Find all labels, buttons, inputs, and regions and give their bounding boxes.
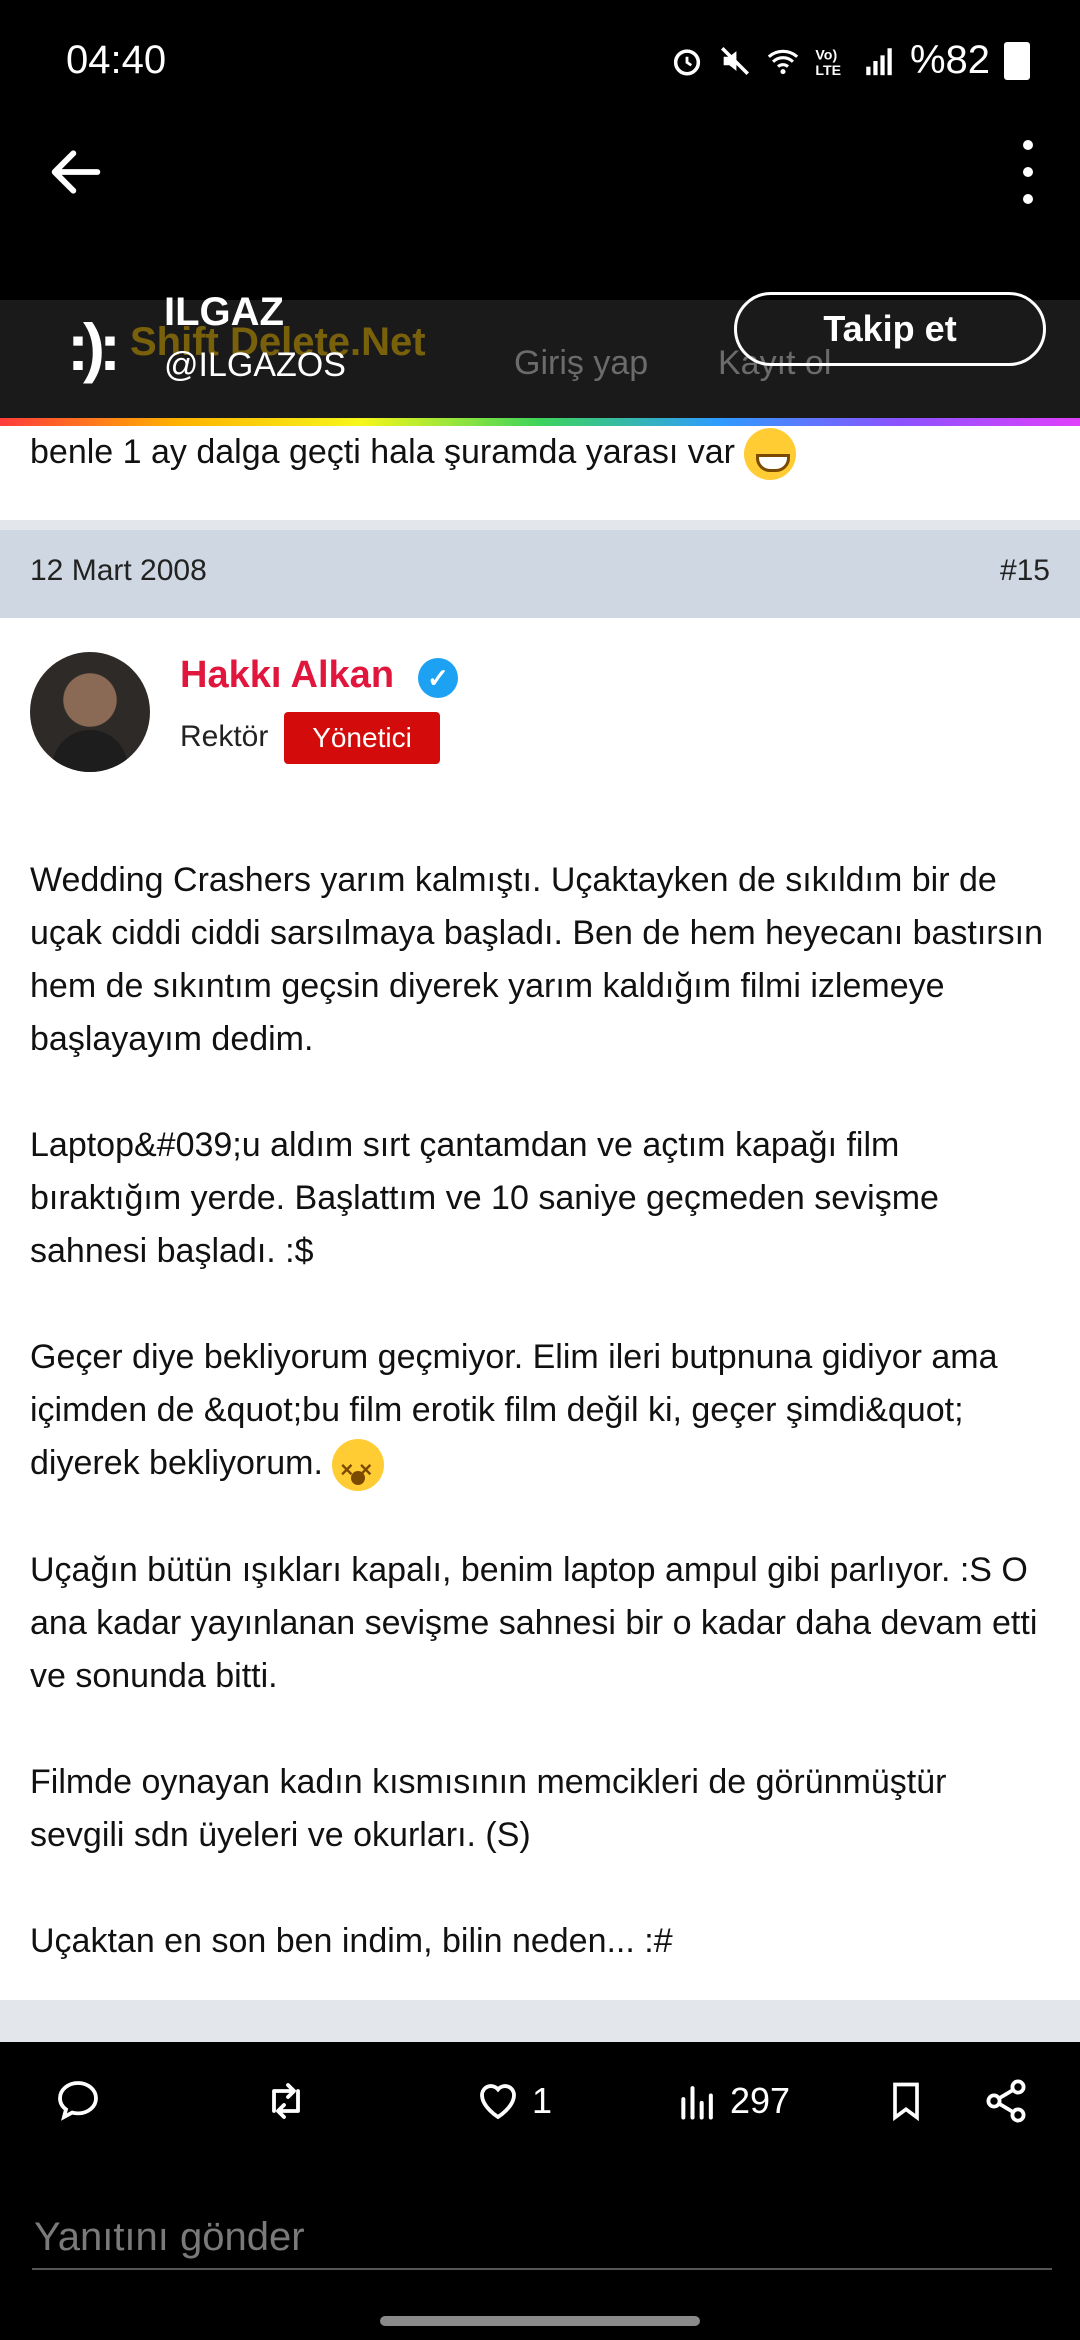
signal-icon	[866, 47, 892, 75]
back-arrow-icon[interactable]	[44, 140, 108, 204]
rainbow-divider	[0, 418, 1080, 426]
post-paragraph: Uçağın bütün ışıkları kapalı, benim lapt…	[30, 1551, 1038, 1696]
reply-button[interactable]	[54, 2076, 102, 2126]
previous-post-text: benle 1 ay dalga geçti hala şuramda yara…	[30, 432, 735, 471]
battery-percent: %82	[909, 38, 990, 82]
more-options-icon[interactable]	[1016, 140, 1040, 204]
bookmark-icon	[893, 2082, 919, 2122]
author-name[interactable]: Hakkı Alkan	[180, 654, 394, 697]
comment-icon	[58, 2081, 98, 2121]
retweet-icon	[272, 2083, 300, 2119]
account-avatar[interactable]: :):	[36, 292, 146, 402]
views-bar-chart-icon	[681, 2086, 713, 2120]
share-icon	[986, 2079, 1026, 2123]
account-handle[interactable]: @ILGAZOS	[164, 346, 346, 385]
svg-text:Vo): Vo)	[815, 47, 837, 63]
volte-icon: Vo)LTE	[815, 47, 841, 78]
post-paragraph: Laptop&#039;u aldım sırt çantamdan ve aç…	[30, 1126, 939, 1270]
battery-icon	[1004, 41, 1030, 80]
post-meta-bar: 12 Mart 2008 #15	[0, 530, 1080, 618]
post-paragraph: Uçaktan en son ben indim, bilin neden...…	[30, 1922, 673, 1961]
status-time: 04:40	[66, 38, 167, 82]
post-paragraph: Wedding Crashers yarım kalmıştı. Uçaktay…	[30, 861, 1043, 1058]
status-bar: 04:40 Vo) LTE %82	[0, 0, 1080, 120]
alarm-icon	[673, 48, 701, 76]
author-role: Rektör	[180, 720, 269, 753]
reply-input[interactable]	[32, 2206, 1052, 2270]
gesture-home-bar[interactable]	[380, 2316, 700, 2326]
grinning-emoji-icon	[744, 428, 797, 480]
previous-post-tail: benle 1 ay dalga geçti hala şuramda yara…	[0, 426, 1080, 520]
account-name[interactable]: ILGAZ	[164, 290, 284, 335]
avatar[interactable]	[30, 652, 150, 772]
like-button[interactable]: 1	[474, 2076, 552, 2126]
follow-button[interactable]: Takip et	[734, 292, 1046, 366]
post-paragraph: Filmde oynayan kadın kısmısının memcikle…	[30, 1763, 947, 1855]
dizzy-face-emoji-icon	[332, 1439, 385, 1496]
post-author-block: Hakkı Alkan ✓ Rektör Yönetici	[0, 618, 1080, 826]
views-button[interactable]: 297	[676, 2076, 790, 2126]
role-badge: Yönetici	[284, 712, 440, 764]
post-number[interactable]: #15	[1000, 554, 1050, 588]
mute-icon	[720, 46, 749, 75]
heart-icon	[480, 2084, 516, 2120]
login-link[interactable]: Giriş yap	[514, 344, 648, 383]
tweet-actions-bar: 1 297	[0, 2042, 1080, 2162]
post-body: Wedding Crashers yarım kalmıştı. Uçaktay…	[0, 824, 1080, 2000]
like-count: 1	[532, 2080, 553, 2121]
bookmark-button[interactable]	[884, 2076, 928, 2126]
retweet-button[interactable]	[260, 2076, 312, 2126]
wifi-icon	[767, 49, 799, 74]
status-icons: Vo) LTE %82	[670, 38, 1030, 83]
view-count: 297	[730, 2080, 791, 2121]
forum-screenshot: benle 1 ay dalga geçti hala şuramda yara…	[0, 426, 1080, 2042]
post-date: 12 Mart 2008	[30, 554, 207, 587]
share-button[interactable]	[982, 2076, 1030, 2126]
svg-text:LTE: LTE	[815, 63, 841, 78]
verified-check-icon: ✓	[418, 658, 458, 698]
post-paragraph: Geçer diye bekliyorum geçmiyor. Elim ile…	[30, 1338, 998, 1482]
